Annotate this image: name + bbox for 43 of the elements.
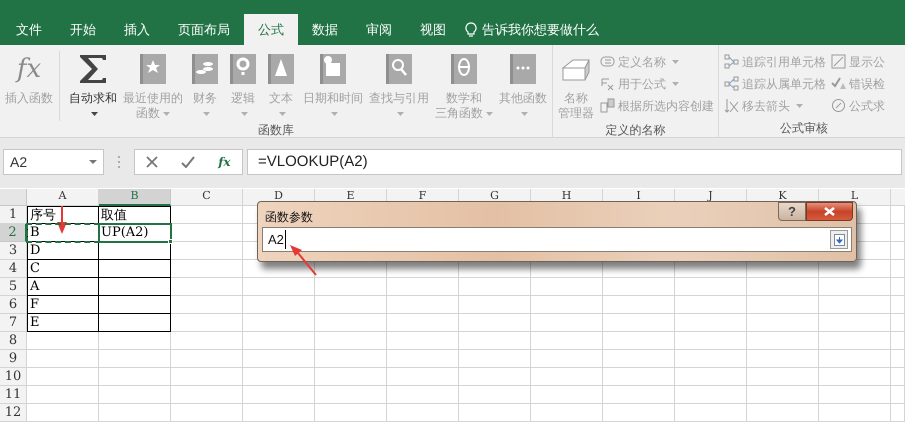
row-header[interactable]: 2 (0, 224, 27, 242)
row-header[interactable]: 10 (0, 368, 27, 386)
dialog-title: 函数参数 (265, 209, 313, 226)
column-header[interactable]: C (171, 189, 243, 206)
ribbon-tab[interactable]: 插入 (110, 14, 164, 45)
row-header[interactable]: 9 (0, 350, 27, 368)
name-box[interactable]: A2 (3, 149, 104, 175)
group-label: 函数库 (258, 123, 294, 137)
ribbon-button[interactable]: 自动求和 (66, 51, 120, 121)
cell[interactable]: 取值 (99, 206, 171, 224)
row-header[interactable]: 7 (0, 314, 27, 332)
help-button[interactable]: ? (778, 202, 806, 221)
group-label: 公式审核 (780, 121, 828, 135)
column-header[interactable]: B (99, 189, 171, 206)
ribbon-tab[interactable]: 页面布局 (164, 14, 244, 45)
row-header[interactable]: 5 (0, 278, 27, 296)
row-header[interactable]: 4 (0, 260, 27, 278)
ribbon-tab[interactable]: 视图 (406, 14, 460, 45)
insert-function-glyph: fx (16, 56, 42, 82)
cell[interactable]: A (27, 278, 99, 296)
insert-function-button[interactable]: fx (218, 153, 231, 171)
cell[interactable]: E (27, 314, 99, 332)
ribbon-tab[interactable]: 审阅 (352, 14, 406, 45)
ribbon-tab[interactable]: 公式 (244, 14, 298, 45)
ribbon-tab[interactable]: 数据 (298, 14, 352, 45)
cell[interactable]: UP(A2) (99, 224, 171, 242)
ribbon-tab[interactable]: 文件 (2, 14, 56, 45)
row-header[interactable]: 11 (0, 386, 27, 404)
ribbon-tab[interactable]: 开始 (56, 14, 110, 45)
cell[interactable]: C (27, 260, 99, 278)
group-label: 定义的名称 (606, 123, 666, 137)
column-header[interactable]: A (27, 189, 99, 206)
tell-me-search[interactable]: 告诉我你想要做什么 (465, 14, 599, 45)
row-header[interactable]: 3 (0, 242, 27, 260)
row-header[interactable]: 12 (0, 404, 27, 422)
cell[interactable]: F (27, 296, 99, 314)
argument-input[interactable]: A2 (262, 227, 852, 252)
cell[interactable]: B (27, 224, 99, 242)
formula-input[interactable]: =VLOOKUP(A2) (247, 149, 902, 175)
row-header[interactable]: 8 (0, 332, 27, 350)
cell[interactable]: D (27, 242, 99, 260)
row-header[interactable]: 1 (0, 206, 27, 224)
row-header[interactable]: 6 (0, 296, 27, 314)
